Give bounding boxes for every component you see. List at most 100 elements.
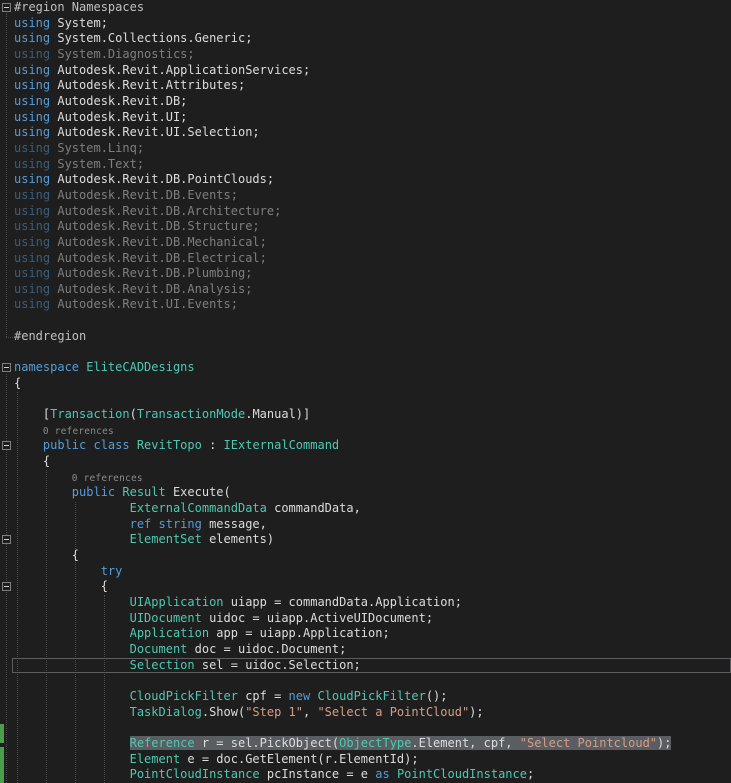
code-token: Autodesk.Revit.DB.Architecture; [57,203,282,218]
code-line[interactable]: using Autodesk.Revit.UI; [0,110,731,126]
code-line[interactable]: using System.Diagnostics; [0,47,731,63]
code-token: Autodesk.Revit.DB.Structure; [57,219,260,234]
code-line[interactable]: using Autodesk.Revit.DB.PointClouds; [0,172,731,188]
code-token: using [14,15,58,30]
code-token: Execute( [165,485,231,500]
code-token: #region Namespaces [14,0,145,14]
code-line[interactable] [0,720,731,736]
code-line[interactable] [0,344,731,360]
code-line[interactable]: [Transaction(TransactionMode.Manual)] [0,407,731,423]
code-line[interactable]: public Result Execute( [0,485,731,501]
code-line[interactable]: UIApplication uiapp = commandData.Applic… [0,595,731,611]
code-line[interactable]: using Autodesk.Revit.ApplicationServices… [0,63,731,79]
code-line[interactable] [0,391,731,407]
code-token: TransactionMode [136,407,246,422]
codelens-references-label[interactable]: 0 references [14,426,114,437]
code-line[interactable]: using Autodesk.Revit.DB.Architecture; [0,204,731,220]
code-token: .Manual)] [245,407,311,422]
code-line[interactable]: using Autodesk.Revit.DB; [0,94,731,110]
code-token: uiapp = commandData.Application; [230,594,462,609]
code-token: using [14,78,58,93]
code-token: r = sel.PickObject( [201,735,340,750]
code-line[interactable]: Element e = doc.GetElement(r.ElementId); [0,752,731,768]
code-line[interactable]: using Autodesk.Revit.DB.Electrical; [0,251,731,267]
code-token: "Select Pointcloud" [519,735,658,750]
fold-collapse-icon[interactable] [2,535,11,545]
code-token: ); [657,735,672,750]
code-token: "Select a PointCloud" [317,704,470,719]
code-line[interactable]: ref string message, [0,517,731,533]
code-token: using [14,172,58,187]
code-token: commandData, [274,501,361,515]
code-line[interactable]: using Autodesk.Revit.DB.Analysis; [0,282,731,298]
code-line[interactable]: { [0,454,731,470]
code-line[interactable]: Document doc = uidoc.Document; [0,642,731,658]
code-line[interactable]: { [0,548,731,564]
code-line[interactable]: using Autodesk.Revit.DB.Events; [0,188,731,204]
code-token: [ [14,407,51,422]
codelens-line[interactable]: 0 references [0,470,731,486]
code-line[interactable]: using Autodesk.Revit.DB.Plumbing; [0,266,731,282]
code-token: Autodesk.Revit.DB.Events; [57,187,238,202]
code-line[interactable]: using Autodesk.Revit.UI.Selection; [0,125,731,141]
code-line[interactable]: using System.Text; [0,157,731,173]
fold-collapse-icon[interactable] [2,441,11,451]
code-token: as [375,767,397,782]
code-token: new [288,688,318,703]
codelens-line[interactable]: 0 references [0,423,731,439]
code-line[interactable]: #endregion [0,329,731,345]
code-line[interactable]: #region Namespaces [0,0,731,16]
fold-collapse-icon[interactable] [2,582,11,592]
code-token: Autodesk.Revit.Attributes; [57,78,246,93]
code-token: CloudPickFilter [129,688,246,703]
code-line[interactable]: PointCloudInstance pcInstance = e as Poi… [0,767,731,783]
fold-collapse-icon[interactable] [2,363,11,373]
code-line[interactable]: Selection sel = uidoc.Selection; [0,657,731,674]
code-token: : [201,438,224,453]
code-token: Autodesk.Revit.UI.Events; [57,297,238,312]
code-token: Result [122,485,166,500]
code-token: ( [129,407,137,422]
code-token: ExternalCommandData [129,501,275,515]
code-token: , [303,704,318,719]
code-line[interactable]: using Autodesk.Revit.DB.Structure; [0,219,731,235]
code-token: Autodesk.Revit.DB.Analysis; [57,281,253,296]
code-token: { [14,579,108,594]
code-line[interactable]: Reference r = sel.PickObject(ObjectType.… [0,735,731,752]
code-line[interactable]: using Autodesk.Revit.UI.Events; [0,297,731,313]
code-line[interactable]: { [0,579,731,595]
code-line[interactable] [0,313,731,329]
code-line[interactable] [0,673,731,689]
code-line[interactable]: ElementSet elements) [0,532,731,548]
code-token: elements) [209,532,275,547]
code-line[interactable]: using Autodesk.Revit.DB.Mechanical; [0,235,731,251]
code-token: namespace [14,360,87,375]
code-line[interactable]: using System; [0,16,731,32]
code-line[interactable]: using System.Collections.Generic; [0,31,731,47]
code-line[interactable]: Application app = uiapp.Application; [0,626,731,642]
code-line[interactable]: using Autodesk.Revit.Attributes; [0,78,731,94]
codelens-references-label[interactable]: 0 references [14,473,143,484]
code-token: Autodesk.Revit.DB; [57,93,188,108]
code-line[interactable]: public class RevitTopo : IExternalComman… [0,438,731,454]
code-token: { [14,375,22,390]
code-line[interactable]: TaskDialog.Show("Step 1", "Select a Poin… [0,705,731,721]
code-line[interactable]: UIDocument uidoc = uiapp.ActiveUIDocumen… [0,611,731,627]
code-line[interactable]: try [0,564,731,580]
fold-collapse-icon[interactable] [2,3,11,12]
code-token: Autodesk.Revit.UI.Selection; [57,125,260,140]
code-line[interactable]: namespace EliteCADDesigns [0,360,731,376]
code-token: using [14,281,58,296]
code-token: using [14,109,58,124]
code-line[interactable]: using System.Linq; [0,141,731,157]
code-line[interactable]: { [0,376,731,392]
code-token: { [14,454,51,469]
code-line[interactable]: CloudPickFilter cpf = new CloudPickFilte… [0,689,731,705]
code-line[interactable]: ExternalCommandData commandData, [0,501,731,517]
